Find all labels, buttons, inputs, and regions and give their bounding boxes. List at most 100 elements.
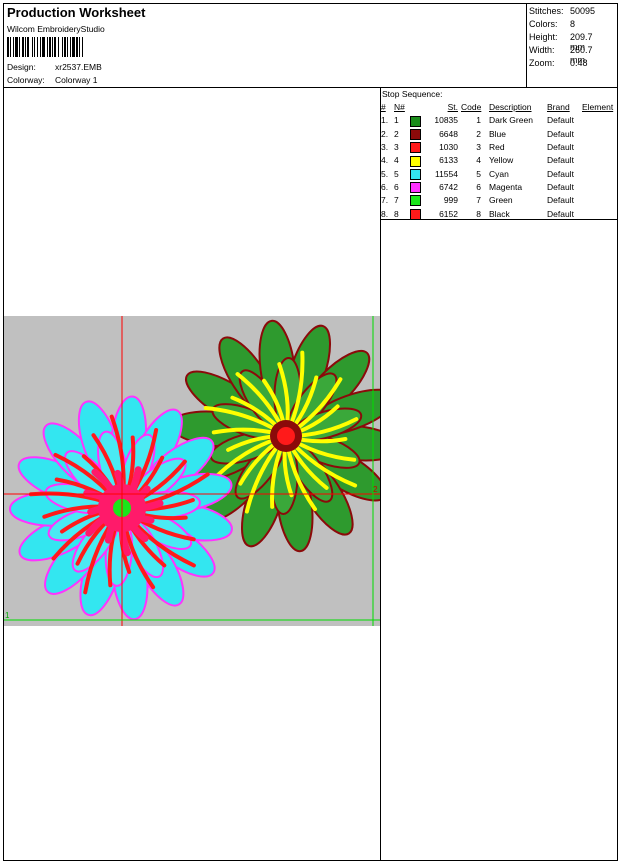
row-needle: 3	[394, 142, 399, 153]
stitches-label: Stitches:	[529, 6, 564, 16]
row-brand: Default	[547, 128, 574, 139]
color-swatch	[410, 155, 421, 167]
design-preview: 1 2	[4, 316, 380, 626]
barcode-bar	[47, 37, 48, 57]
color-swatch	[410, 115, 421, 127]
row-stitches: 999	[443, 195, 458, 206]
row-swatch	[410, 128, 422, 141]
barcode-bar	[70, 37, 71, 57]
table-row: 2. 2 6648 2 Blue Default	[381, 128, 613, 141]
row-needle: 6	[394, 181, 399, 192]
row-stitches: 6648	[439, 128, 458, 139]
row-description: Blue	[489, 128, 507, 139]
row-number: 4.	[381, 155, 389, 166]
color-swatch	[410, 182, 421, 194]
start-marker: 1	[5, 611, 10, 620]
barcode-bar	[27, 37, 29, 57]
row-description: Magenta	[489, 181, 523, 192]
row-brand: Default	[547, 155, 574, 166]
row-swatch	[410, 114, 422, 127]
row-swatch	[410, 167, 422, 180]
col-n: N#	[394, 102, 405, 113]
row-code: 4	[476, 155, 481, 166]
barcode-bar	[52, 37, 53, 57]
table-header-row: # N# St. Code Description Brand Element	[381, 101, 613, 114]
barcode-bar	[72, 37, 75, 57]
col-st: St.	[447, 102, 458, 113]
height-label: Height:	[529, 32, 558, 42]
barcode-bar	[76, 37, 78, 57]
row-needle: 7	[394, 195, 399, 206]
col-description: Description	[489, 102, 532, 113]
row-element	[582, 167, 613, 180]
row-number: 5.	[381, 168, 389, 179]
barcode-bar	[64, 37, 66, 57]
row-brand: Default	[547, 195, 574, 206]
row-stitches: 1030	[439, 142, 458, 153]
barcode-bar	[42, 37, 45, 57]
row-element	[582, 154, 613, 167]
barcode-bar	[49, 37, 51, 57]
barcode-bar	[13, 37, 14, 57]
row-needle: 2	[394, 128, 399, 139]
barcode-bar	[10, 37, 11, 57]
row-code: 8	[476, 208, 481, 219]
stop-sequence-table: # N# St. Code Description Brand Element …	[381, 101, 613, 221]
colorway-label: Colorway:	[7, 75, 45, 85]
barcode-bar	[22, 37, 24, 57]
row-needle: 1	[394, 115, 399, 126]
row-description: Green	[489, 195, 513, 206]
row-code: 3	[476, 142, 481, 153]
row-brand: Default	[547, 168, 574, 179]
row-stitches: 6742	[439, 181, 458, 192]
col-element: Element	[582, 102, 614, 113]
zoom-value: 0.48	[570, 58, 588, 68]
row-number: 1.	[381, 115, 389, 126]
table-row: 8. 8 6152 8 Black Default	[381, 207, 613, 220]
row-code: 5	[476, 168, 481, 179]
row-element	[582, 114, 613, 127]
row-element	[582, 128, 613, 141]
colorway-value: Colorway 1	[55, 75, 98, 85]
worksheet-title: Production Worksheet	[7, 5, 146, 20]
col-swatch	[410, 101, 422, 114]
row-element	[582, 207, 613, 220]
col-code: Code	[461, 102, 482, 113]
row-description: Cyan	[489, 168, 509, 179]
width-label: Width:	[529, 45, 555, 55]
table-row: 5. 5 11554 5 Cyan Default	[381, 167, 613, 180]
row-swatch	[410, 207, 422, 220]
row-number: 7.	[381, 195, 389, 206]
color-swatch	[410, 195, 421, 207]
barcode-bar	[58, 37, 59, 57]
design-label: Design:	[7, 62, 36, 72]
barcode-bar	[79, 37, 80, 57]
zoom-label: Zoom:	[529, 58, 555, 68]
barcode-bar	[82, 37, 83, 57]
barcode-bar	[67, 37, 68, 57]
row-brand: Default	[547, 208, 574, 219]
row-description: Red	[489, 142, 505, 153]
color-swatch	[410, 128, 421, 140]
barcode-bar	[19, 37, 20, 57]
row-number: 3.	[381, 142, 389, 153]
row-swatch	[410, 141, 422, 154]
row-stitches: 11554	[434, 168, 458, 179]
row-code: 1	[476, 115, 481, 126]
barcode	[7, 37, 83, 57]
barcode-bar	[54, 37, 56, 57]
row-code: 7	[476, 195, 481, 206]
row-number: 6.	[381, 181, 389, 192]
row-description: Yellow	[489, 155, 514, 166]
software-name: Wilcom EmbroideryStudio	[7, 24, 105, 34]
row-brand: Default	[547, 115, 574, 126]
row-element	[582, 181, 613, 194]
colors-label: Colors:	[529, 19, 558, 29]
colors-value: 8	[570, 19, 576, 29]
table-row: 7. 7 999 7 Green Default	[381, 194, 613, 207]
barcode-bar	[37, 37, 38, 57]
row-swatch	[410, 154, 422, 167]
col-brand: Brand	[547, 102, 570, 113]
row-brand: Default	[547, 142, 574, 153]
row-number: 2.	[381, 128, 389, 139]
